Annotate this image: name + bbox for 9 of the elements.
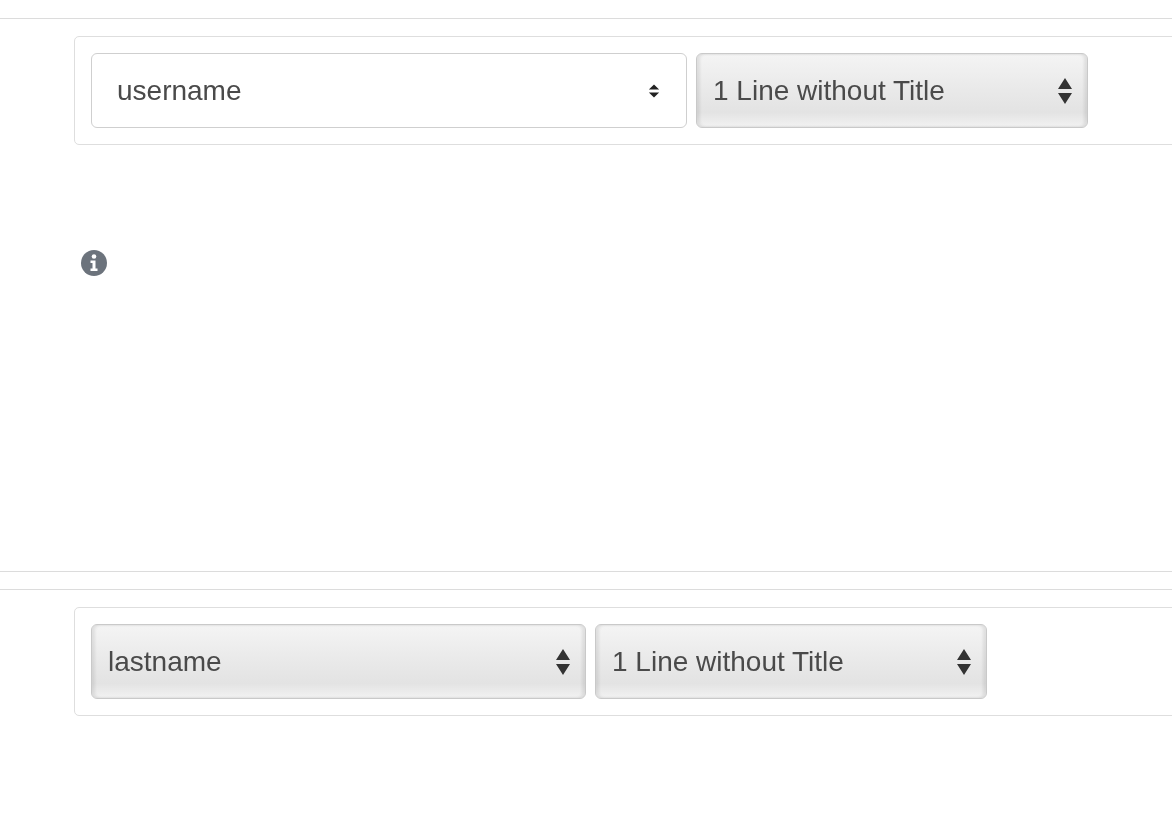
dropdown[interactable]: 1 Line without Title (595, 624, 987, 699)
dropdown-value: lastname (108, 645, 222, 678)
dropdown-value: username (117, 74, 242, 107)
info-icon (80, 249, 108, 277)
dropdown[interactable]: lastname (91, 624, 586, 699)
dropdown[interactable]: username (91, 53, 687, 128)
dropdown-value: 1 Line without Title (713, 74, 945, 107)
dropdown[interactable]: 1 Line without Title (696, 53, 1088, 128)
dropdown-value: 1 Line without Title (612, 645, 844, 678)
